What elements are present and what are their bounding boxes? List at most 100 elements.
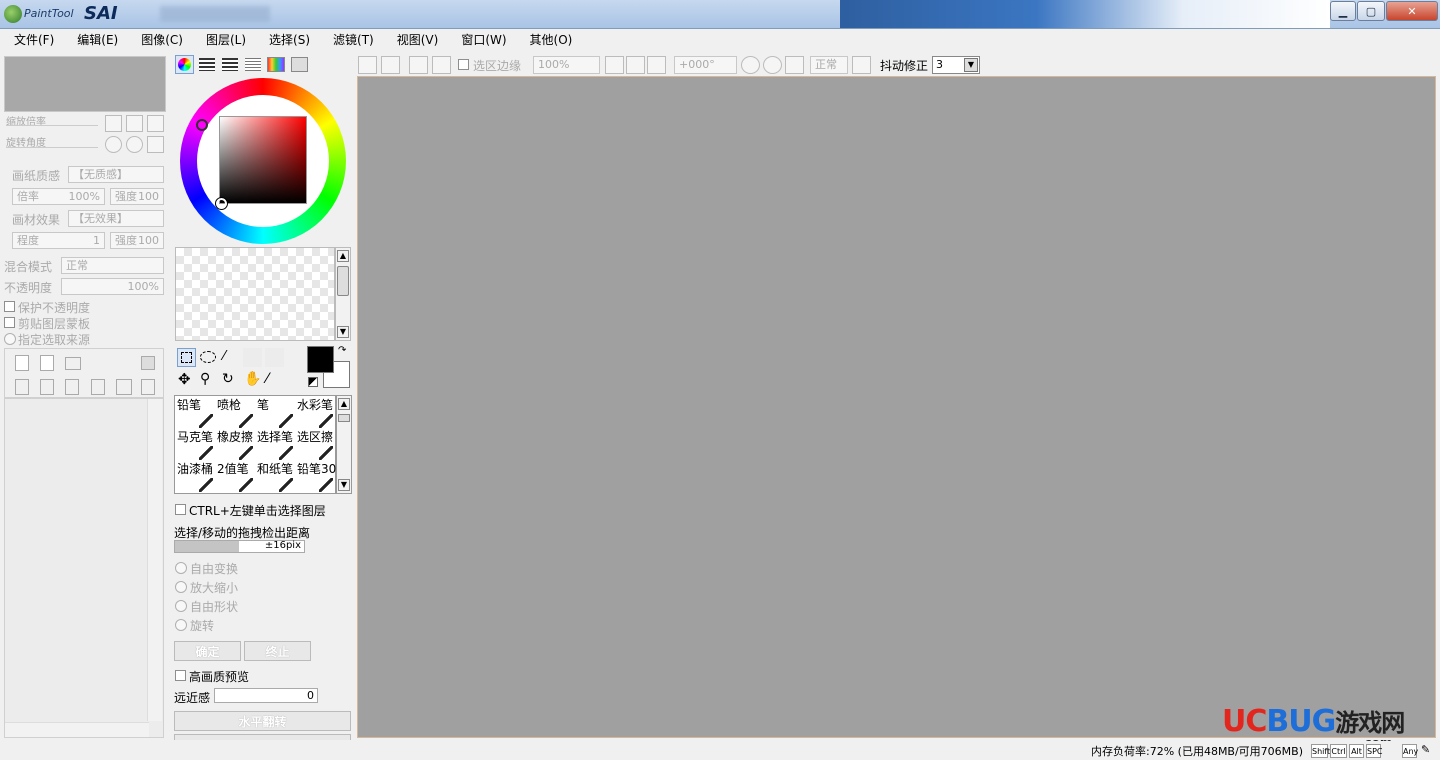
brush-scroll-up-icon[interactable]: ▲ — [338, 398, 350, 410]
invert-selection-button[interactable] — [432, 56, 451, 74]
rotate-tool-icon[interactable]: ↻ — [222, 371, 238, 387]
brush-tool[interactable]: 橡皮擦 — [217, 430, 257, 462]
brush-palette-scrollbar[interactable]: ▲ ▼ — [336, 395, 352, 494]
brush-tool[interactable]: 笔 — [257, 398, 297, 430]
effect-select[interactable]: 【无效果】 — [68, 210, 164, 227]
flip-horizontal-button[interactable]: 水平翻转 — [174, 711, 351, 731]
menu-select[interactable]: 选择(S) — [255, 30, 319, 50]
angle-select[interactable]: +000° — [674, 56, 737, 74]
brush-scroll-down-icon[interactable]: ▼ — [338, 479, 350, 491]
delete-layer-icon[interactable] — [91, 379, 105, 395]
swap-colors-icon[interactable]: ↷ — [338, 345, 350, 357]
hsv-slider-tab[interactable] — [222, 58, 238, 71]
scroll-up-icon[interactable]: ▲ — [337, 250, 349, 262]
perspective-field[interactable]: 0 — [214, 688, 318, 703]
layer-list[interactable] — [4, 398, 164, 738]
flip-view-button[interactable] — [852, 56, 871, 74]
zoom-reset-button[interactable] — [147, 115, 164, 132]
menu-filter[interactable]: 滤镜(T) — [319, 30, 383, 50]
brush-tool[interactable]: 铅笔30 — [297, 462, 337, 494]
canvas-area[interactable] — [357, 76, 1436, 738]
drag-distance-slider[interactable]: ±16pix — [174, 540, 305, 553]
brush-tool[interactable]: 油漆桶 — [177, 462, 217, 494]
copy-layer-icon[interactable] — [15, 379, 29, 395]
toolbar-zoom-reset-button[interactable] — [647, 56, 666, 74]
minimize-button[interactable]: ▁ — [1330, 1, 1356, 21]
undo-button[interactable] — [358, 56, 377, 74]
brush-tool[interactable]: 和纸笔 — [257, 462, 297, 494]
new-folder-icon[interactable] — [65, 357, 81, 370]
brush-tool[interactable]: 喷枪 — [217, 398, 257, 430]
rgb-slider-tab[interactable] — [199, 58, 215, 71]
effect-strength-field[interactable]: 强度 100 — [110, 232, 164, 249]
redo-button[interactable] — [381, 56, 400, 74]
scroll-down-icon[interactable]: ▼ — [337, 326, 349, 338]
stabilizer-select[interactable]: 3 ▼ — [932, 56, 980, 74]
brush-tool[interactable]: 马克笔 — [177, 430, 217, 462]
rotate-left-button[interactable] — [105, 136, 122, 153]
free-transform-radio[interactable] — [175, 562, 187, 574]
brush-tool[interactable]: 水彩笔 — [297, 398, 337, 430]
toolbar-rotate-left-button[interactable] — [741, 56, 760, 74]
zoom-slider[interactable] — [6, 125, 98, 126]
scratchpad-tab[interactable] — [291, 57, 308, 72]
menu-edit[interactable]: 编辑(E) — [63, 30, 127, 50]
transform-cancel-button[interactable]: 终止 — [244, 641, 311, 661]
blend-mode-select[interactable]: 正常 — [61, 257, 164, 274]
clear-layer-icon[interactable] — [116, 379, 132, 395]
hand-tool-icon[interactable]: ✋ — [244, 371, 261, 387]
swatches-tab[interactable] — [267, 57, 285, 72]
lasso-tool-icon[interactable] — [200, 351, 216, 363]
brush-scroll-thumb[interactable] — [338, 414, 350, 422]
scroll-thumb[interactable] — [337, 266, 349, 296]
transform-ok-button[interactable]: 确定 — [174, 641, 241, 661]
new-linework-layer-icon[interactable] — [40, 355, 54, 371]
brush-tool[interactable]: 2值笔 — [217, 462, 257, 494]
free-shape-radio[interactable] — [175, 600, 187, 612]
opacity-slider[interactable]: 100% — [61, 278, 164, 295]
menu-view[interactable]: 视图(V) — [383, 30, 448, 50]
paper-scale-field[interactable]: 倍率 100% — [12, 188, 105, 205]
menu-other[interactable]: 其他(O) — [516, 30, 582, 50]
menu-image[interactable]: 图像(C) — [127, 30, 192, 50]
magic-wand-icon[interactable]: ⁄ — [223, 350, 237, 364]
close-button[interactable]: ✕ — [1386, 1, 1438, 21]
protect-opacity-checkbox[interactable] — [4, 301, 15, 312]
zoom-select[interactable]: 100% — [533, 56, 600, 74]
toolbar-zoom-in-button[interactable] — [626, 56, 645, 74]
toolbar-rotate-reset-button[interactable] — [785, 56, 804, 74]
zoom-tool-icon[interactable]: ⚲ — [200, 371, 216, 387]
paper-texture-select[interactable]: 【无质感】 — [68, 166, 164, 183]
rotate-reset-button[interactable] — [147, 136, 164, 153]
brush-tool[interactable]: 选择笔 — [257, 430, 297, 462]
menu-window[interactable]: 窗口(W) — [447, 30, 515, 50]
rotate-slider[interactable] — [6, 147, 98, 148]
rotate-right-button[interactable] — [126, 136, 143, 153]
brush-tool[interactable]: 选区擦 — [297, 430, 337, 462]
brush-tool[interactable]: 铅笔 — [177, 398, 217, 430]
navigator-preview[interactable] — [4, 56, 166, 112]
new-layer-icon[interactable] — [15, 355, 29, 371]
hq-preview-checkbox[interactable] — [175, 670, 186, 681]
zoom-in-button[interactable] — [126, 115, 143, 132]
hue-handle[interactable] — [196, 119, 208, 131]
zoom-out-button[interactable] — [105, 115, 122, 132]
color-wheel-tab[interactable] — [175, 55, 194, 74]
color-handle[interactable] — [215, 197, 228, 210]
selection-source-radio[interactable] — [4, 333, 16, 345]
selection-edge-checkbox[interactable] — [458, 59, 469, 70]
saturation-value-square[interactable] — [219, 116, 307, 204]
toolbar-rotate-right-button[interactable] — [763, 56, 782, 74]
menu-layer[interactable]: 图层(L) — [192, 30, 255, 50]
flatten-icon[interactable] — [141, 379, 155, 395]
next-button-partial[interactable] — [174, 734, 351, 740]
rect-select-tool[interactable] — [177, 348, 196, 367]
transparent-color-icon[interactable] — [308, 377, 318, 387]
layer-list-hscroll[interactable] — [5, 722, 149, 737]
effect-degree-field[interactable]: 程度 1 — [12, 232, 105, 249]
eyedropper-tool-icon[interactable]: ⁄ — [266, 371, 282, 387]
maximize-button[interactable]: ▢ — [1357, 1, 1385, 21]
merge-down-icon[interactable] — [65, 379, 79, 395]
layer-list-vscroll[interactable] — [147, 399, 162, 721]
primary-color-swatch[interactable] — [307, 346, 334, 373]
